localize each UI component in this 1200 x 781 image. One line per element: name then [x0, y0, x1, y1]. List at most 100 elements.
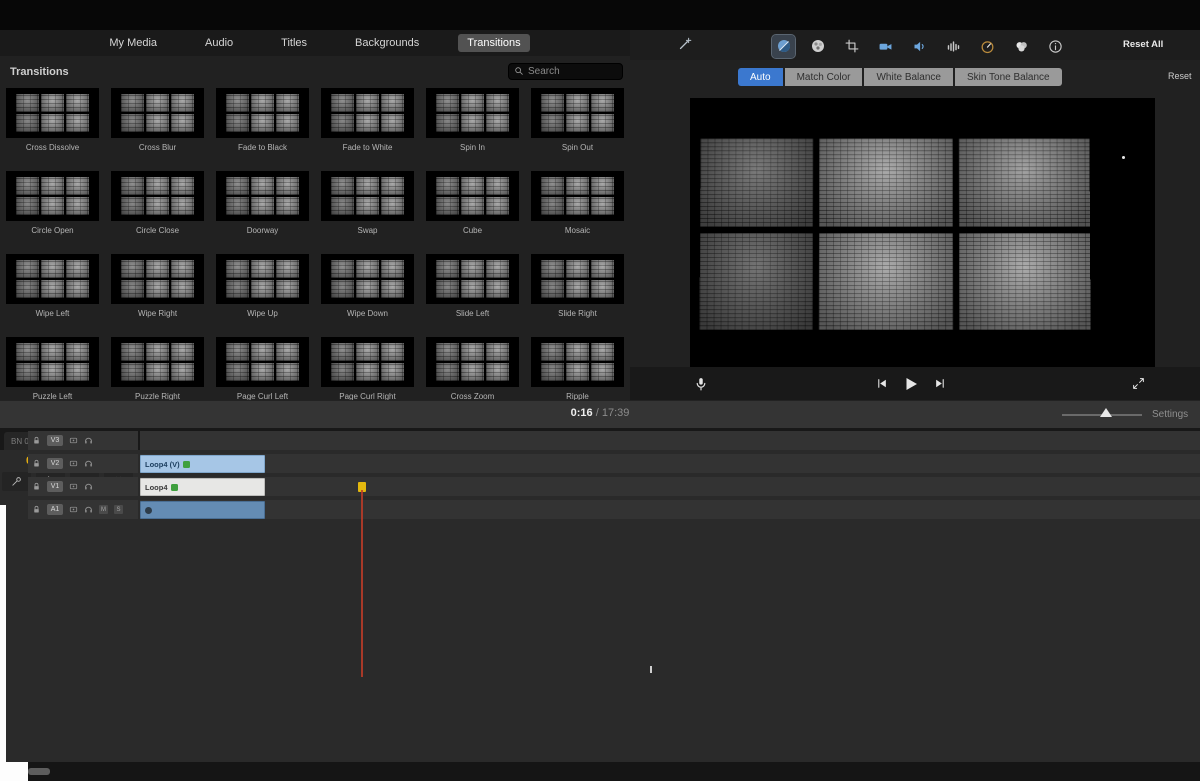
timeline-zoom-slider[interactable] [1062, 414, 1142, 416]
transition-item[interactable]: Fade to Black [210, 88, 315, 168]
track-lane[interactable] [140, 454, 1200, 473]
transition-thumbnail[interactable] [216, 88, 309, 138]
skip-forward-button[interactable] [934, 377, 947, 390]
transition-thumbnail[interactable] [426, 88, 519, 138]
color-balance-option-match-color[interactable]: Match Color [785, 68, 863, 86]
reset-all-button[interactable]: Reset All [1123, 39, 1163, 50]
volume-icon[interactable] [908, 35, 931, 58]
transition-item[interactable]: Swap [315, 171, 420, 251]
transition-item[interactable]: Slide Left [420, 254, 525, 334]
browser-tab-backgrounds[interactable]: Backgrounds [346, 34, 428, 52]
monitor-toggle-icon[interactable] [69, 478, 78, 496]
color-balance-icon[interactable] [772, 35, 795, 58]
transition-thumbnail[interactable] [216, 337, 309, 387]
mute-button[interactable]: M [99, 505, 108, 514]
monitor-toggle-icon[interactable] [69, 501, 78, 519]
thumbnail-texture [541, 177, 564, 195]
browser-tab-titles[interactable]: Titles [272, 34, 316, 52]
transition-item[interactable]: Mosaic [525, 171, 630, 251]
fullscreen-icon[interactable] [1132, 377, 1145, 390]
audio-toggle-icon[interactable] [84, 501, 93, 519]
transition-item[interactable]: Spin In [420, 88, 525, 168]
thumbnail-texture [541, 114, 564, 132]
color-balance-option-skin-tone-balance[interactable]: Skin Tone Balance [955, 68, 1062, 86]
color-correction-icon[interactable] [806, 35, 829, 58]
audio-toggle-icon[interactable] [84, 478, 93, 496]
transition-thumbnail[interactable] [6, 171, 99, 221]
transition-thumbnail[interactable] [321, 254, 414, 304]
transition-item[interactable]: Wipe Right [105, 254, 210, 334]
transition-item[interactable]: Cube [420, 171, 525, 251]
browser-tab-my-media[interactable]: My Media [100, 34, 166, 52]
transition-item[interactable]: Spin Out [525, 88, 630, 168]
transition-thumbnail[interactable] [111, 337, 204, 387]
monitor-toggle-icon[interactable] [69, 455, 78, 473]
transition-thumbnail[interactable] [321, 171, 414, 221]
transition-item[interactable]: Wipe Down [315, 254, 420, 334]
crop-icon[interactable] [840, 35, 863, 58]
transition-item[interactable]: Circle Open [0, 171, 105, 251]
skip-back-button[interactable] [875, 377, 888, 390]
voiceover-mic-icon[interactable] [694, 377, 708, 391]
transition-item[interactable]: Wipe Left [0, 254, 105, 334]
transition-thumbnail[interactable] [111, 254, 204, 304]
transition-thumbnail[interactable] [111, 88, 204, 138]
transition-thumbnail[interactable] [531, 171, 624, 221]
audio-toggle-icon[interactable] [84, 432, 93, 450]
timeline-clip[interactable] [140, 501, 265, 519]
transition-item[interactable]: Cross Dissolve [0, 88, 105, 168]
transition-item[interactable]: Cross Blur [105, 88, 210, 168]
transition-item[interactable]: Slide Right [525, 254, 630, 334]
transition-thumbnail[interactable] [531, 254, 624, 304]
solo-button[interactable]: S [114, 505, 123, 514]
lock-icon[interactable] [32, 501, 41, 519]
transition-item[interactable]: Fade to White [315, 88, 420, 168]
lock-icon[interactable] [32, 455, 41, 473]
thumbnail-texture [226, 114, 249, 132]
clip-filter-icon[interactable] [1010, 35, 1033, 58]
speed-icon[interactable] [976, 35, 999, 58]
search-field[interactable] [508, 63, 623, 80]
color-balance-option-auto[interactable]: Auto [738, 68, 783, 86]
browser-tab-transitions[interactable]: Transitions [458, 34, 529, 52]
transition-thumbnail[interactable] [531, 88, 624, 138]
color-balance-option-white-balance[interactable]: White Balance [864, 68, 952, 86]
thumbnail-texture [356, 280, 379, 298]
settings-button[interactable]: Settings [1152, 409, 1188, 420]
transition-thumbnail[interactable] [6, 254, 99, 304]
lock-icon[interactable] [32, 432, 41, 450]
transition-thumbnail[interactable] [6, 337, 99, 387]
transition-thumbnail[interactable] [111, 171, 204, 221]
audio-toggle-icon[interactable] [84, 455, 93, 473]
transition-thumbnail[interactable] [531, 337, 624, 387]
transition-thumbnail[interactable] [6, 88, 99, 138]
reset-button[interactable]: Reset [1168, 71, 1192, 81]
stabilization-icon[interactable] [874, 35, 897, 58]
transition-thumbnail[interactable] [321, 88, 414, 138]
monitor-toggle-icon[interactable] [69, 432, 78, 450]
timeline-clip[interactable]: Loop4 (V) [140, 455, 265, 473]
enhance-wand-icon[interactable] [678, 36, 693, 56]
lock-icon[interactable] [32, 478, 41, 496]
scrollbar-handle[interactable] [28, 768, 50, 775]
search-input[interactable] [528, 66, 617, 77]
transition-thumbnail[interactable] [321, 337, 414, 387]
track-lane[interactable] [140, 477, 1200, 496]
transition-item[interactable]: Doorway [210, 171, 315, 251]
play-button[interactable] [902, 375, 920, 393]
thumbnail-texture [41, 197, 64, 215]
transition-thumbnail[interactable] [426, 171, 519, 221]
transition-thumbnail[interactable] [216, 171, 309, 221]
transition-thumbnail[interactable] [216, 254, 309, 304]
track-lane[interactable] [140, 500, 1200, 519]
noise-reduction-icon[interactable] [942, 35, 965, 58]
zoom-slider-thumb[interactable] [1100, 408, 1112, 417]
track-lane[interactable] [140, 431, 1200, 450]
transition-thumbnail[interactable] [426, 337, 519, 387]
info-icon[interactable] [1044, 35, 1067, 58]
transition-item[interactable]: Wipe Up [210, 254, 315, 334]
timeline-clip[interactable]: Loop4 [140, 478, 265, 496]
transition-item[interactable]: Circle Close [105, 171, 210, 251]
browser-tab-audio[interactable]: Audio [196, 34, 242, 52]
transition-thumbnail[interactable] [426, 254, 519, 304]
